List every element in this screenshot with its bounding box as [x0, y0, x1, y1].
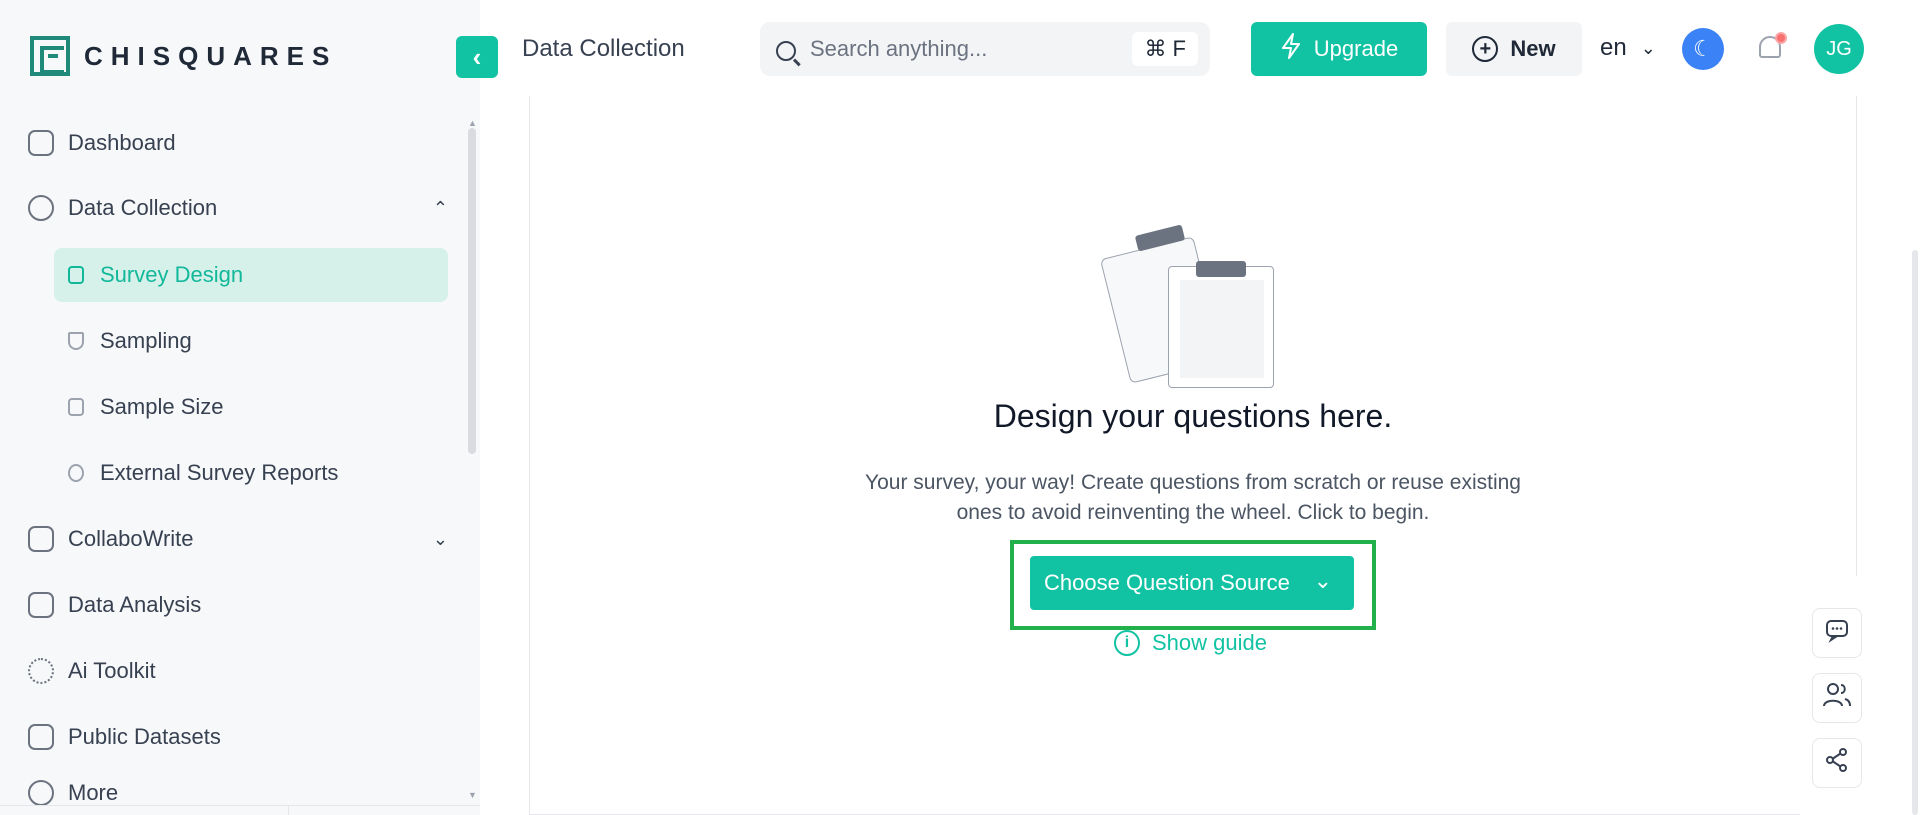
moon-icon: ☾: [1693, 36, 1713, 61]
sidebar-subitem-survey-design[interactable]: Survey Design: [54, 248, 448, 302]
main-card: [529, 96, 1857, 815]
clipboard-illustration-icon: [1099, 224, 1278, 390]
sidebar-item-label: Data Analysis: [68, 592, 202, 617]
chevron-up-icon[interactable]: ⌃: [433, 198, 448, 219]
info-icon: i: [1114, 630, 1140, 656]
scroll-down-arrow[interactable]: ▼: [468, 790, 477, 800]
sidebar-item-label: CollaboWrite: [68, 526, 194, 551]
new-label: New: [1510, 36, 1556, 61]
notification-dot: [1775, 32, 1787, 44]
sidebar-item-label: Public Datasets: [68, 724, 221, 749]
sidebar-item-label: Data Collection: [68, 195, 218, 220]
sidebar-item-public-datasets[interactable]: Public Datasets: [28, 710, 448, 764]
new-button[interactable]: + New: [1446, 22, 1582, 76]
language-value: en: [1600, 34, 1627, 61]
main-scrollbar[interactable]: [1912, 250, 1918, 815]
floating-toolbar: [1800, 576, 1868, 815]
sidebar-bottom-bar: [0, 805, 480, 815]
search-input[interactable]: [810, 36, 1110, 62]
upgrade-button[interactable]: Upgrade: [1251, 22, 1427, 76]
chat-icon: [1824, 617, 1850, 650]
sidebar-item-label: More: [68, 780, 119, 805]
sidebar-item-ai-toolkit[interactable]: Ai Toolkit: [28, 644, 448, 698]
sidebar-item-data-collection[interactable]: Data Collection ⌃: [28, 181, 448, 235]
sidebar-subitem-sampling[interactable]: Sampling: [54, 314, 448, 368]
logo[interactable]: CHISQUARES: [30, 36, 337, 76]
share-icon: [1824, 747, 1850, 780]
logo-icon: [30, 36, 70, 76]
show-guide-link[interactable]: i Show guide: [1114, 630, 1267, 656]
ai-icon: [28, 658, 54, 684]
analysis-icon: [28, 592, 54, 618]
search-shortcut: ⌘ F: [1132, 32, 1198, 66]
more-icon: [28, 780, 54, 806]
notifications-button[interactable]: [1755, 32, 1787, 66]
sidebar-subitem-label: Sample Size: [100, 394, 224, 419]
chevron-down-icon: ⌄: [1640, 37, 1656, 58]
sidebar-subitem-label: External Survey Reports: [100, 460, 339, 485]
chart-icon: [28, 526, 54, 552]
show-guide-label: Show guide: [1152, 630, 1267, 655]
avatar[interactable]: JG: [1814, 24, 1864, 74]
clipboard-front-clip: [1196, 261, 1246, 277]
users-button[interactable]: [1812, 673, 1862, 723]
sidebar-scrollbar[interactable]: [468, 128, 476, 454]
empty-state-title: Design your questions here.: [993, 398, 1393, 434]
report-icon: [68, 464, 84, 482]
scroll-up-arrow[interactable]: ▲: [468, 118, 477, 128]
chevron-left-icon: ‹: [472, 41, 482, 72]
logo-text: CHISQUARES: [84, 40, 338, 71]
clipboard-icon: [68, 266, 84, 284]
theme-toggle-button[interactable]: ☾: [1682, 28, 1724, 70]
share-button[interactable]: [1812, 738, 1862, 788]
search-bar[interactable]: ⌘ F: [760, 22, 1210, 76]
data-collection-icon: [28, 195, 54, 221]
sidebar-item-dashboard[interactable]: Dashboard: [28, 116, 448, 170]
collapse-sidebar-button[interactable]: ‹: [456, 36, 498, 78]
users-icon: [1822, 681, 1852, 716]
sidebar-subitem-label: Survey Design: [100, 262, 244, 287]
clipboard-front-paper: [1180, 280, 1264, 378]
sidebar-subitem-sample-size[interactable]: Sample Size: [54, 380, 448, 434]
upgrade-label: Upgrade: [1313, 36, 1399, 61]
sidebar-item-collabowrite[interactable]: CollaboWrite ⌄: [28, 512, 448, 566]
chevron-down-icon: ⌄: [1313, 568, 1332, 593]
choose-question-source-label: Choose Question Source: [1044, 570, 1290, 595]
search-icon: [776, 41, 796, 61]
sidebar-item-data-analysis[interactable]: Data Analysis: [28, 578, 448, 632]
empty-state-description: Your survey, your way! Create questions …: [865, 471, 1521, 524]
page-title: Data Collection: [522, 35, 685, 62]
calculator-icon: [68, 398, 84, 416]
plus-circle-icon: +: [1472, 36, 1499, 62]
chevron-down-icon[interactable]: ⌄: [433, 529, 448, 550]
sidebar-item-label: Dashboard: [68, 130, 176, 155]
home-icon: [28, 130, 54, 156]
sidebar-subitem-external-survey-reports[interactable]: External Survey Reports: [54, 446, 448, 500]
sidebar-item-label: Ai Toolkit: [68, 658, 156, 683]
sidebar: CHISQUARES Dashboard Data Collection ⌃ S…: [0, 0, 480, 815]
chat-button[interactable]: [1812, 608, 1862, 658]
sidebar-subitem-label: Sampling: [100, 328, 192, 353]
lightning-icon: [1280, 33, 1302, 65]
funnel-icon: [68, 332, 84, 350]
language-select[interactable]: en ⌄: [1600, 34, 1656, 62]
choose-question-source-button[interactable]: Choose Question Source ⌄: [1030, 556, 1354, 610]
dataset-icon: [28, 724, 54, 750]
